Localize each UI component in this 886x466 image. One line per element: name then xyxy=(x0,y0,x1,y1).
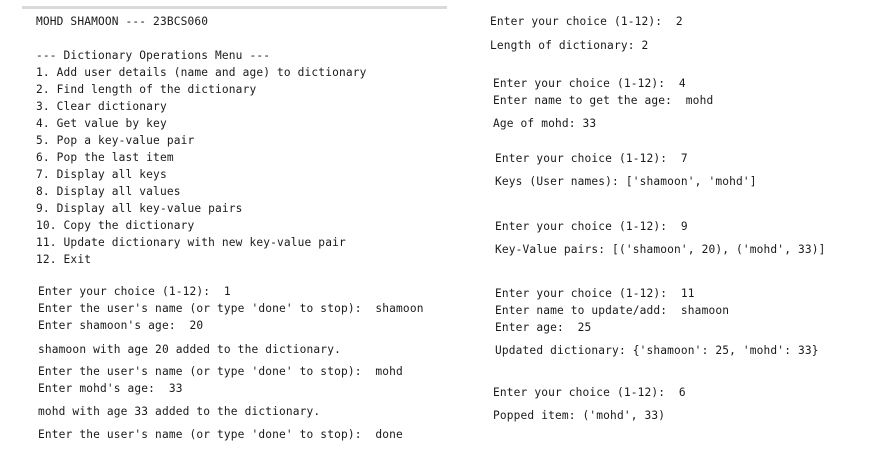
header-line: MOHD SHAMOON --- 23BCS060 xyxy=(36,15,209,28)
console-line: Enter the user's name (or type 'done' to… xyxy=(38,365,403,378)
console-line: Enter shamoon's age: 20 xyxy=(38,319,204,332)
console-line: Popped item: ('mohd', 33) xyxy=(493,409,666,422)
console-line: Length of dictionary: 2 xyxy=(490,39,649,52)
menu-item: 2. Find length of the dictionary xyxy=(36,83,257,96)
menu-item: 12. Exit xyxy=(36,253,92,266)
console-line: Keys (User names): ['shamoon', 'mohd'] xyxy=(495,175,757,188)
console-output-left: MOHD SHAMOON --- 23BCS060 --- Dictionary… xyxy=(0,0,470,466)
menu-item: 5. Pop a key-value pair xyxy=(36,134,195,147)
console-line: Enter age: 25 xyxy=(495,321,592,334)
console-line: Enter your choice (1-12): 9 xyxy=(495,220,688,233)
console-line: Enter the user's name (or type 'done' to… xyxy=(38,428,403,441)
console-line: Updated dictionary: {'shamoon': 25, 'moh… xyxy=(495,344,819,357)
menu-item: 6. Pop the last item xyxy=(36,151,174,164)
console-output-right: Enter your choice (1-12): 2 Length of di… xyxy=(470,0,886,466)
console-line: Enter your choice (1-12): 7 xyxy=(495,152,688,165)
console-line: Enter your choice (1-12): 11 xyxy=(495,287,695,300)
console-line: Enter name to get the age: mohd xyxy=(493,94,714,107)
console-line: Enter your choice (1-12): 6 xyxy=(493,386,686,399)
menu-item: 8. Display all values xyxy=(36,185,181,198)
console-line: Enter mohd's age: 33 xyxy=(38,382,183,395)
console-line: Enter your choice (1-12): 1 xyxy=(38,285,231,298)
menu-title: --- Dictionary Operations Menu --- xyxy=(36,49,271,62)
console-line: Enter the user's name (or type 'done' to… xyxy=(38,302,424,315)
console-line: mohd with age 33 added to the dictionary… xyxy=(38,405,321,418)
menu-item: 10. Copy the dictionary xyxy=(36,219,195,232)
menu-item: 4. Get value by key xyxy=(36,117,167,130)
console-line: Enter your choice (1-12): 4 xyxy=(493,77,686,90)
console-line: Enter name to update/add: shamoon xyxy=(495,304,730,317)
console-line: Age of mohd: 33 xyxy=(493,117,597,130)
menu-item: 9. Display all key-value pairs xyxy=(36,202,243,215)
console-line: Key-Value pairs: [('shamoon', 20), ('moh… xyxy=(495,243,826,256)
menu-item: 3. Clear dictionary xyxy=(36,100,167,113)
menu-item: 1. Add user details (name and age) to di… xyxy=(36,66,367,79)
menu-item: 7. Display all keys xyxy=(36,168,167,181)
console-line: Enter your choice (1-12): 2 xyxy=(490,15,683,28)
console-line: shamoon with age 20 added to the diction… xyxy=(38,343,341,356)
menu-item: 11. Update dictionary with new key-value… xyxy=(36,236,346,249)
